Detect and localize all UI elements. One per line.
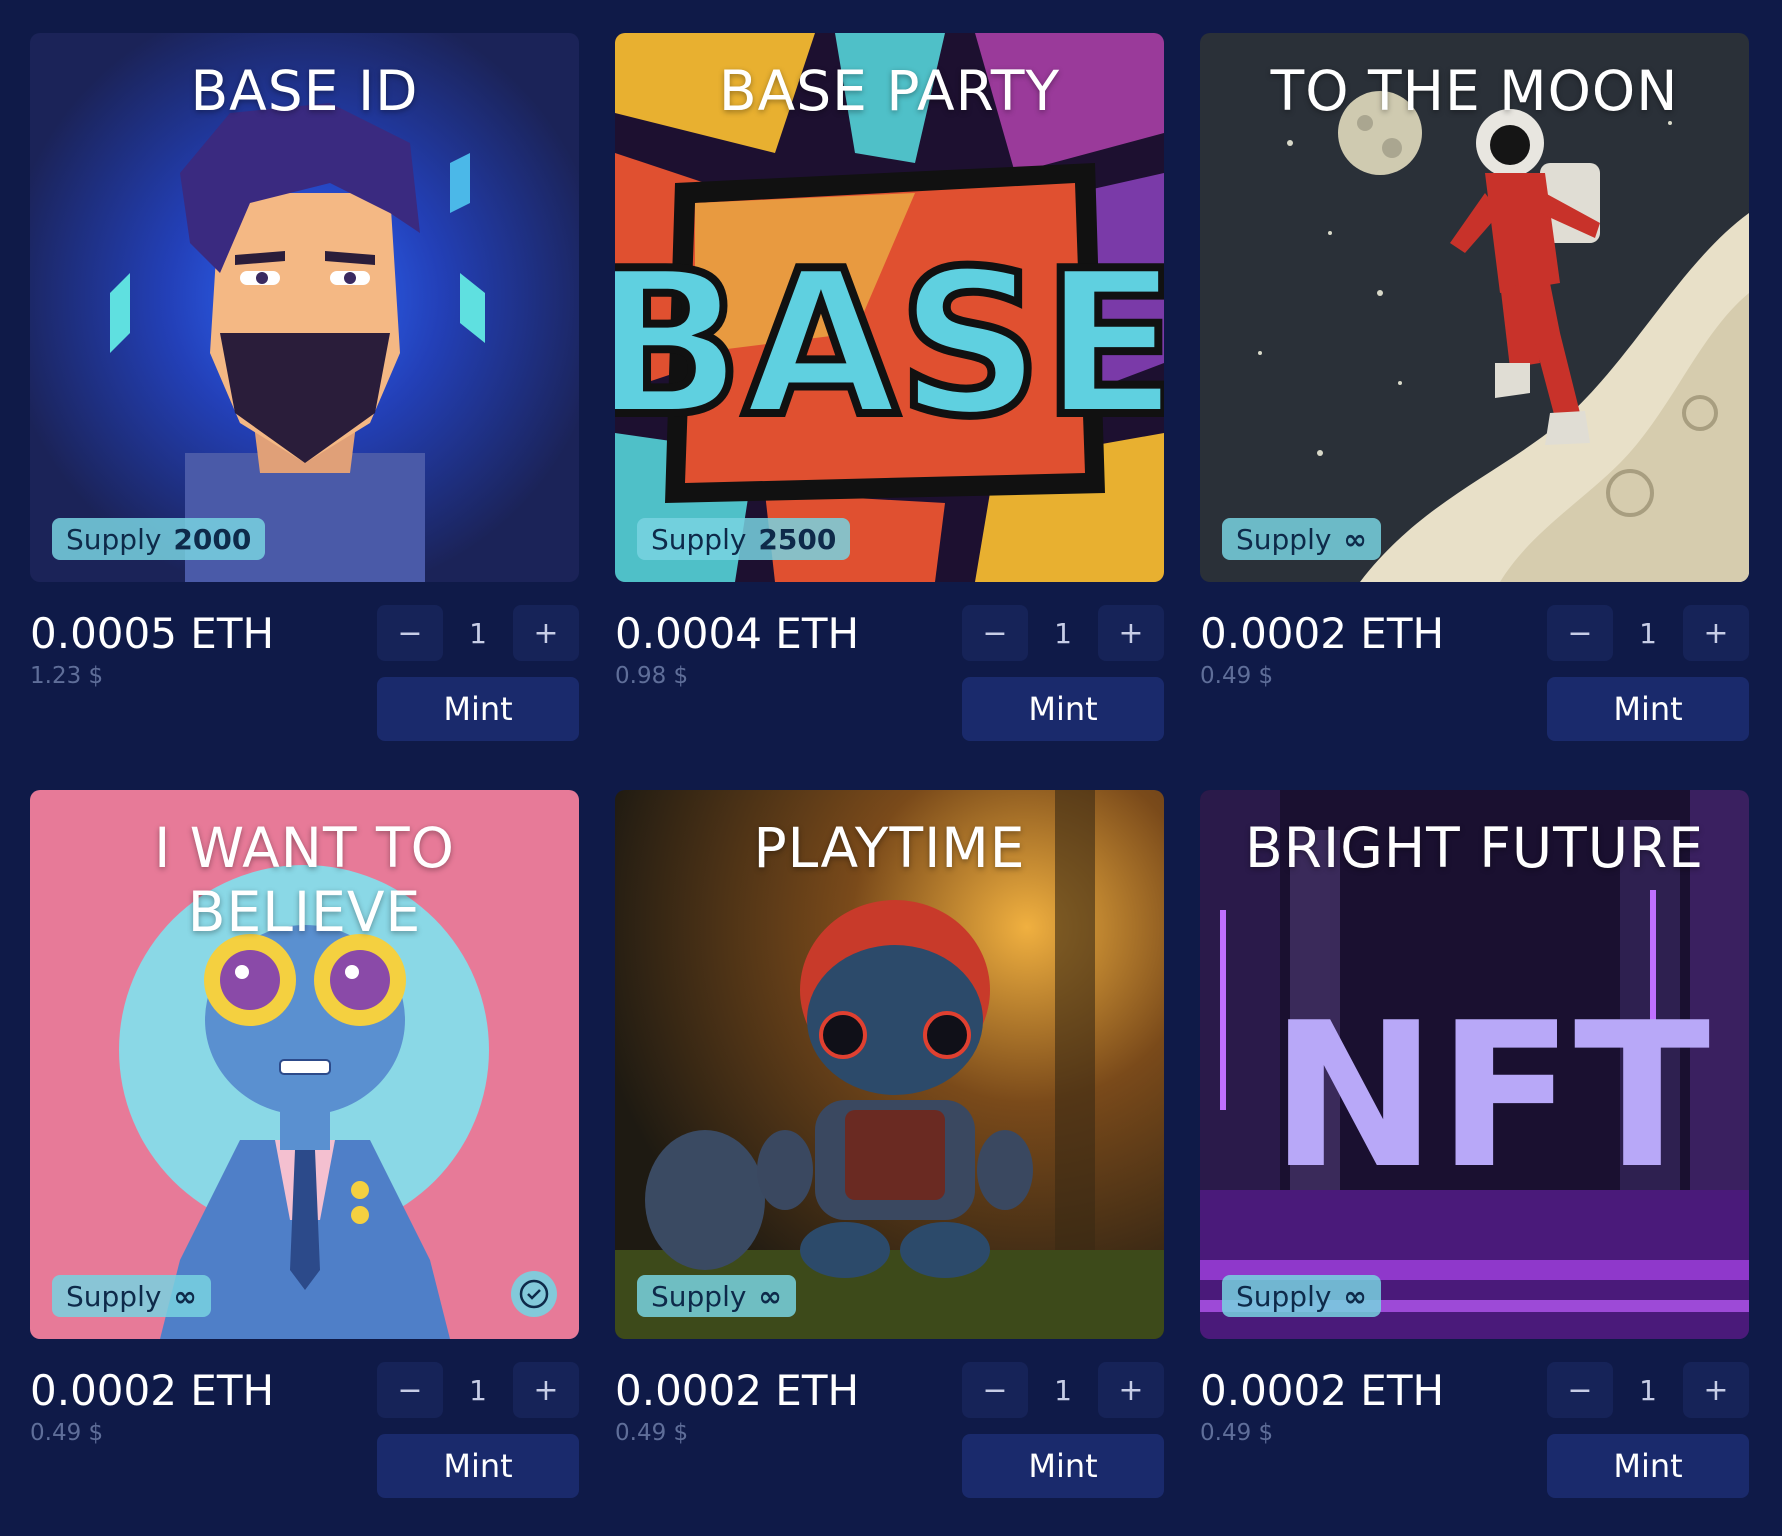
supply-label: Supply: [1236, 522, 1332, 556]
increment-button[interactable]: +: [1098, 1362, 1164, 1418]
supply-label: Supply: [66, 522, 162, 556]
supply-label: Supply: [66, 1279, 162, 1313]
owned-check-icon: [511, 1271, 557, 1317]
nft-title: TO THE MOON: [1270, 59, 1679, 123]
nft-title: PLAYTIME: [753, 816, 1026, 880]
mint-button[interactable]: Mint: [377, 1434, 579, 1498]
price-eth: 0.0002 ETH: [30, 1366, 275, 1415]
nft-artwork[interactable]: PLAYTIME Supply ∞: [615, 790, 1164, 1339]
nft-card: I WANT TO BELIEVE Supply ∞ 0.0002 ETH 0.…: [30, 790, 579, 1514]
mint-button[interactable]: Mint: [1547, 677, 1749, 741]
supply-value: ∞: [1343, 1279, 1367, 1313]
increment-button[interactable]: +: [1683, 1362, 1749, 1418]
price-usd: 0.49 $: [1200, 663, 1274, 689]
price-eth: 0.0002 ETH: [1200, 609, 1445, 658]
supply-value: ∞: [758, 1279, 782, 1313]
quantity-value[interactable]: 1: [1028, 605, 1098, 661]
quantity-value[interactable]: 1: [443, 1362, 513, 1418]
supply-badge: Supply ∞: [637, 1275, 796, 1317]
quantity-stepper: − 1 +: [1547, 1362, 1749, 1418]
quantity-stepper: − 1 +: [962, 605, 1164, 661]
price-usd: 0.49 $: [30, 1420, 104, 1446]
nft-artwork[interactable]: BASE BASE PARTY Supply 2500: [615, 33, 1164, 582]
decrement-button[interactable]: −: [377, 605, 443, 661]
quantity-stepper: − 1 +: [377, 1362, 579, 1418]
quantity-value[interactable]: 1: [1028, 1362, 1098, 1418]
supply-value: ∞: [1343, 522, 1367, 556]
nft-card: NFT BRIGHT FUTURE Supply ∞ 0.0002 ETH 0.…: [1200, 790, 1749, 1514]
quantity-stepper: − 1 +: [962, 1362, 1164, 1418]
quantity-stepper: − 1 +: [1547, 605, 1749, 661]
supply-label: Supply: [651, 1279, 747, 1313]
quantity-stepper: − 1 +: [377, 605, 579, 661]
supply-badge: Supply ∞: [52, 1275, 211, 1317]
mint-button[interactable]: Mint: [377, 677, 579, 741]
quantity-value[interactable]: 1: [1613, 605, 1683, 661]
decrement-button[interactable]: −: [962, 605, 1028, 661]
mint-button[interactable]: Mint: [1547, 1434, 1749, 1498]
nft-title: BASE PARTY: [718, 59, 1061, 123]
nft-card: BASE BASE PARTY Supply 2500 0.0004 ETH 0…: [615, 33, 1164, 757]
increment-button[interactable]: +: [1683, 605, 1749, 661]
supply-badge: Supply ∞: [1222, 1275, 1381, 1317]
supply-value: ∞: [173, 1279, 197, 1313]
nft-card: PLAYTIME Supply ∞ 0.0002 ETH 0.49 $ − 1 …: [615, 790, 1164, 1514]
decrement-button[interactable]: −: [377, 1362, 443, 1418]
nft-grid: BASE ID Supply 2000 0.0005 ETH 1.23 $ − …: [30, 33, 1749, 1514]
price-usd: 0.98 $: [615, 663, 689, 689]
art-text: BASE: [615, 228, 1164, 461]
nft-artwork[interactable]: I WANT TO BELIEVE Supply ∞: [30, 790, 579, 1339]
nft-card: BASE ID Supply 2000 0.0005 ETH 1.23 $ − …: [30, 33, 579, 757]
quantity-value[interactable]: 1: [443, 605, 513, 661]
price-eth: 0.0004 ETH: [615, 609, 860, 658]
price-usd: 0.49 $: [1200, 1420, 1274, 1446]
nft-artwork[interactable]: TO THE MOON Supply ∞: [1200, 33, 1749, 582]
price-eth: 0.0002 ETH: [1200, 1366, 1445, 1415]
art-text: NFT: [1270, 980, 1710, 1213]
nft-artwork[interactable]: BASE ID Supply 2000: [30, 33, 579, 582]
supply-badge: Supply ∞: [1222, 518, 1381, 560]
supply-badge: Supply 2000: [52, 518, 266, 560]
price-eth: 0.0002 ETH: [615, 1366, 860, 1415]
nft-title: BRIGHT FUTURE: [1245, 816, 1704, 880]
supply-value: 2000: [173, 522, 252, 556]
supply-label: Supply: [1236, 1279, 1332, 1313]
nft-title: I WANT TO BELIEVE: [154, 816, 455, 944]
mint-button[interactable]: Mint: [962, 677, 1164, 741]
price-eth: 0.0005 ETH: [30, 609, 275, 658]
increment-button[interactable]: +: [513, 1362, 579, 1418]
price-usd: 0.49 $: [615, 1420, 689, 1446]
mint-button[interactable]: Mint: [962, 1434, 1164, 1498]
nft-card: TO THE MOON Supply ∞ 0.0002 ETH 0.49 $ −…: [1200, 33, 1749, 757]
increment-button[interactable]: +: [1098, 605, 1164, 661]
decrement-button[interactable]: −: [962, 1362, 1028, 1418]
supply-label: Supply: [651, 522, 747, 556]
decrement-button[interactable]: −: [1547, 1362, 1613, 1418]
increment-button[interactable]: +: [513, 605, 579, 661]
supply-badge: Supply 2500: [637, 518, 851, 560]
nft-artwork[interactable]: NFT BRIGHT FUTURE Supply ∞: [1200, 790, 1749, 1339]
decrement-button[interactable]: −: [1547, 605, 1613, 661]
price-usd: 1.23 $: [30, 663, 104, 689]
nft-title: BASE ID: [190, 59, 419, 123]
supply-value: 2500: [758, 522, 837, 556]
quantity-value[interactable]: 1: [1613, 1362, 1683, 1418]
